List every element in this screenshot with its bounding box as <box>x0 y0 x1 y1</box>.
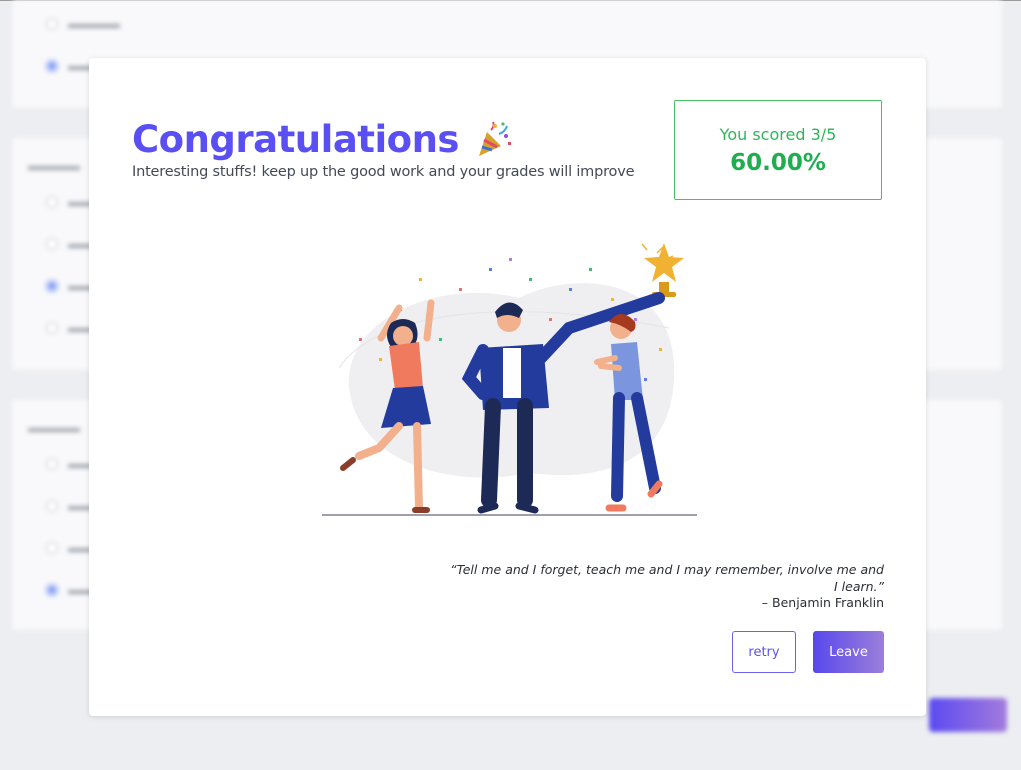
score-label: You scored 3/5 <box>719 125 837 144</box>
bg-option: ▬▬ <box>46 278 94 293</box>
celebration-illustration <box>322 243 697 516</box>
retry-button[interactable]: retry <box>732 631 796 673</box>
trophy-icon <box>641 243 684 297</box>
bg-submit-button <box>929 698 1007 732</box>
bg-option: ▬▬ <box>46 582 94 597</box>
bg-question-title: ▬▬▬▬ <box>28 158 80 173</box>
score-box: You scored 3/5 60.00% <box>674 100 882 200</box>
bg-option: ▬▬ <box>46 456 94 471</box>
bg-option: ▬▬ <box>46 540 94 555</box>
bg-question-title: ▬▬▬▬ <box>28 420 80 435</box>
bg-option: ▬▬ <box>46 236 94 251</box>
bg-option: ▬▬▬▬ <box>46 16 120 31</box>
bg-option: ▬▬ <box>46 320 94 335</box>
bg-option: ▬▬ <box>46 498 94 513</box>
modal-title: Congratulations <box>132 118 459 161</box>
quote-text: “Tell me and I forget, teach me and I ma… <box>450 562 884 594</box>
bg-option: ▬▬ <box>46 194 94 209</box>
title-row: Congratulations <box>132 118 513 162</box>
party-popper-icon <box>478 121 511 156</box>
modal-subtitle: Interesting stuffs! keep up the good wor… <box>132 164 635 180</box>
leave-button[interactable]: Leave <box>813 631 884 673</box>
quote-author: – Benjamin Franklin <box>761 595 884 610</box>
result-modal: Congratulations Interesting stuffs! keep… <box>89 58 926 716</box>
score-percent: 60.00% <box>730 150 826 176</box>
